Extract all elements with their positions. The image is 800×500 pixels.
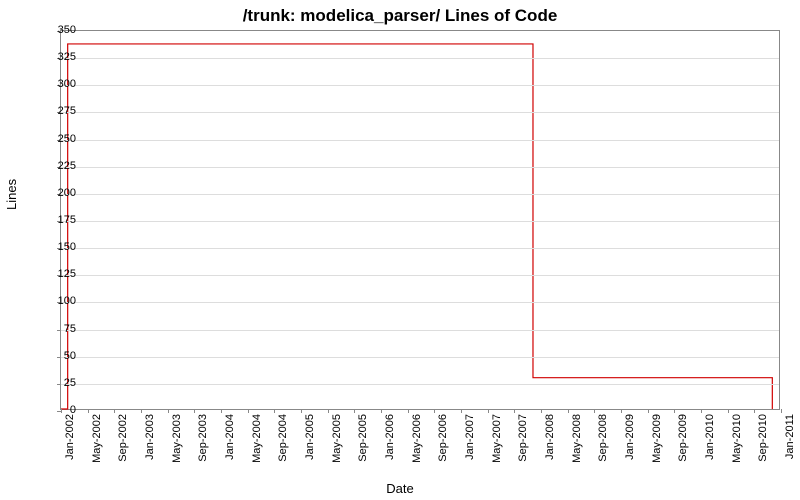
y-tick-label: 350	[46, 24, 76, 36]
x-tick	[568, 409, 569, 413]
y-tick-label: 175	[46, 214, 76, 226]
x-tick-label: Sep-2005	[357, 414, 369, 462]
y-tick-label: 125	[46, 268, 76, 280]
x-tick	[88, 409, 89, 413]
x-tick	[754, 409, 755, 413]
x-axis-label: Date	[0, 481, 800, 496]
x-tick-label: Sep-2006	[437, 414, 449, 462]
chart-title: /trunk: modelica_parser/ Lines of Code	[0, 6, 800, 26]
x-tick-label: May-2009	[651, 414, 663, 463]
x-tick	[408, 409, 409, 413]
x-tick	[301, 409, 302, 413]
x-tick-label: May-2008	[571, 414, 583, 463]
x-tick	[248, 409, 249, 413]
x-tick	[648, 409, 649, 413]
y-gridline	[61, 194, 779, 195]
x-tick-label: Sep-2002	[117, 414, 129, 462]
x-tick	[168, 409, 169, 413]
y-gridline	[61, 140, 779, 141]
x-tick	[728, 409, 729, 413]
x-tick	[541, 409, 542, 413]
line-series	[61, 31, 779, 409]
y-tick-label: 250	[46, 133, 76, 145]
x-tick-label: Sep-2008	[597, 414, 609, 462]
x-tick	[114, 409, 115, 413]
x-tick-label: Jan-2003	[144, 414, 156, 460]
x-tick-label: Jan-2005	[304, 414, 316, 460]
x-tick-label: May-2005	[331, 414, 343, 463]
x-tick-label: May-2007	[491, 414, 503, 463]
x-tick	[141, 409, 142, 413]
x-tick-label: May-2004	[251, 414, 263, 463]
x-tick-label: Jan-2007	[464, 414, 476, 460]
y-gridline	[61, 248, 779, 249]
x-tick	[328, 409, 329, 413]
x-tick	[274, 409, 275, 413]
x-tick-label: May-2010	[731, 414, 743, 463]
x-tick-label: May-2003	[171, 414, 183, 463]
y-gridline	[61, 302, 779, 303]
x-tick-label: Sep-2010	[757, 414, 769, 462]
y-tick-label: 300	[46, 78, 76, 90]
y-axis-label: Lines	[4, 179, 19, 210]
y-tick-label: 200	[46, 187, 76, 199]
y-gridline	[61, 357, 779, 358]
y-tick-label: 275	[46, 105, 76, 117]
x-tick	[701, 409, 702, 413]
x-tick-label: Jan-2004	[224, 414, 236, 460]
x-tick-label: Jan-2011	[784, 414, 796, 459]
x-tick-label: Sep-2007	[517, 414, 529, 462]
x-tick	[514, 409, 515, 413]
y-gridline	[61, 384, 779, 385]
x-tick-label: Jan-2002	[64, 414, 76, 460]
x-tick-label: Sep-2009	[677, 414, 689, 462]
y-gridline	[61, 58, 779, 59]
x-tick-label: Jan-2010	[704, 414, 716, 460]
x-tick	[674, 409, 675, 413]
y-tick-label: 50	[46, 350, 76, 362]
y-tick-label: 75	[46, 323, 76, 335]
x-tick-label: Sep-2004	[277, 414, 289, 462]
x-tick-label: Jan-2006	[384, 414, 396, 460]
x-tick-label: May-2006	[411, 414, 423, 463]
y-gridline	[61, 167, 779, 168]
x-tick	[461, 409, 462, 413]
y-tick-label: 325	[46, 51, 76, 63]
x-tick	[434, 409, 435, 413]
y-tick-label: 150	[46, 241, 76, 253]
x-tick-label: Sep-2003	[197, 414, 209, 462]
x-tick	[354, 409, 355, 413]
x-tick	[594, 409, 595, 413]
y-gridline	[61, 221, 779, 222]
x-tick	[488, 409, 489, 413]
x-tick	[221, 409, 222, 413]
y-gridline	[61, 275, 779, 276]
x-tick-label: May-2002	[91, 414, 103, 463]
x-tick-label: Jan-2009	[624, 414, 636, 460]
x-tick	[781, 409, 782, 413]
x-tick	[381, 409, 382, 413]
y-tick-label: 225	[46, 160, 76, 172]
y-tick-label: 100	[46, 295, 76, 307]
y-tick-label: 25	[46, 377, 76, 389]
x-tick	[194, 409, 195, 413]
x-tick-label: Jan-2008	[544, 414, 556, 460]
y-gridline	[61, 85, 779, 86]
y-gridline	[61, 330, 779, 331]
y-gridline	[61, 112, 779, 113]
x-tick	[621, 409, 622, 413]
plot-area	[60, 30, 780, 410]
